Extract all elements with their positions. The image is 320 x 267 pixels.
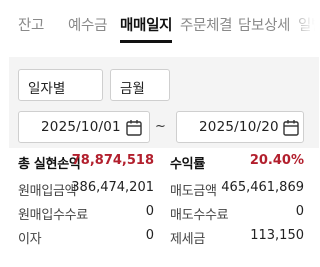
sell-fee-value: 0 [295, 204, 304, 219]
sell-amount-label: 매도금액 [170, 184, 217, 199]
buy-amount-value: 386,474,201 [71, 180, 154, 195]
start-date-field[interactable]: 2025/10/01 [18, 111, 150, 143]
tab-trading-journal[interactable]: 매매일지 [120, 14, 172, 35]
date-range-separator: ~ [155, 119, 166, 134]
tab-collateral-detail[interactable]: 담보상세 [238, 14, 290, 35]
active-tab-indicator [120, 40, 172, 43]
summary-row-tax: 이자 0 제세금 113,150 [0, 228, 320, 250]
period-unit-select-value: 금월 [120, 81, 145, 97]
buy-fee-value: 0 [145, 204, 154, 219]
period-type-select-value: 일자별 [28, 81, 66, 97]
buy-amount-label: 원매입금액 [18, 184, 77, 199]
start-date-value: 2025/10/01 [41, 119, 121, 135]
buy-fee-label: 원매입수수료 [18, 208, 88, 223]
period-type-select[interactable]: 일자별 [18, 69, 103, 101]
tax-label: 제세금 [170, 232, 205, 247]
tax-value: 113,150 [250, 228, 304, 243]
sell-fee-label: 매도수수료 [170, 208, 229, 223]
tab-balance[interactable]: 잔고 [18, 14, 44, 35]
period-unit-select[interactable]: 금월 [110, 69, 170, 101]
calendar-icon[interactable] [283, 119, 299, 136]
tab-order-execution[interactable]: 주문체결 [180, 14, 232, 35]
interest-label: 이자 [18, 232, 42, 247]
tab-overflow-fade [286, 0, 320, 46]
end-date-field[interactable]: 2025/10/20 [176, 111, 304, 143]
total-pnl-value: 78,874,518 [71, 153, 154, 168]
end-date-value: 2025/10/20 [199, 119, 279, 135]
calendar-icon[interactable] [126, 119, 142, 136]
summary-row-amount: 원매입금액 386,474,201 매도금액 465,461,869 [0, 180, 320, 202]
interest-value: 0 [145, 228, 154, 243]
tab-deposit[interactable]: 예수금 [68, 14, 107, 35]
sell-amount-value: 465,461,869 [221, 180, 304, 195]
return-value: 20.40% [249, 153, 304, 168]
tab-bar: 잔고 예수금 매매일지 주문체결 담보상세 일별 [0, 0, 320, 46]
summary-row-pnl: 총 실현손익 78,874,518 수익률 20.40% [0, 153, 320, 175]
summary-row-fee: 원매입수수료 0 매도수수료 0 [0, 204, 320, 226]
return-label: 수익률 [170, 157, 205, 172]
